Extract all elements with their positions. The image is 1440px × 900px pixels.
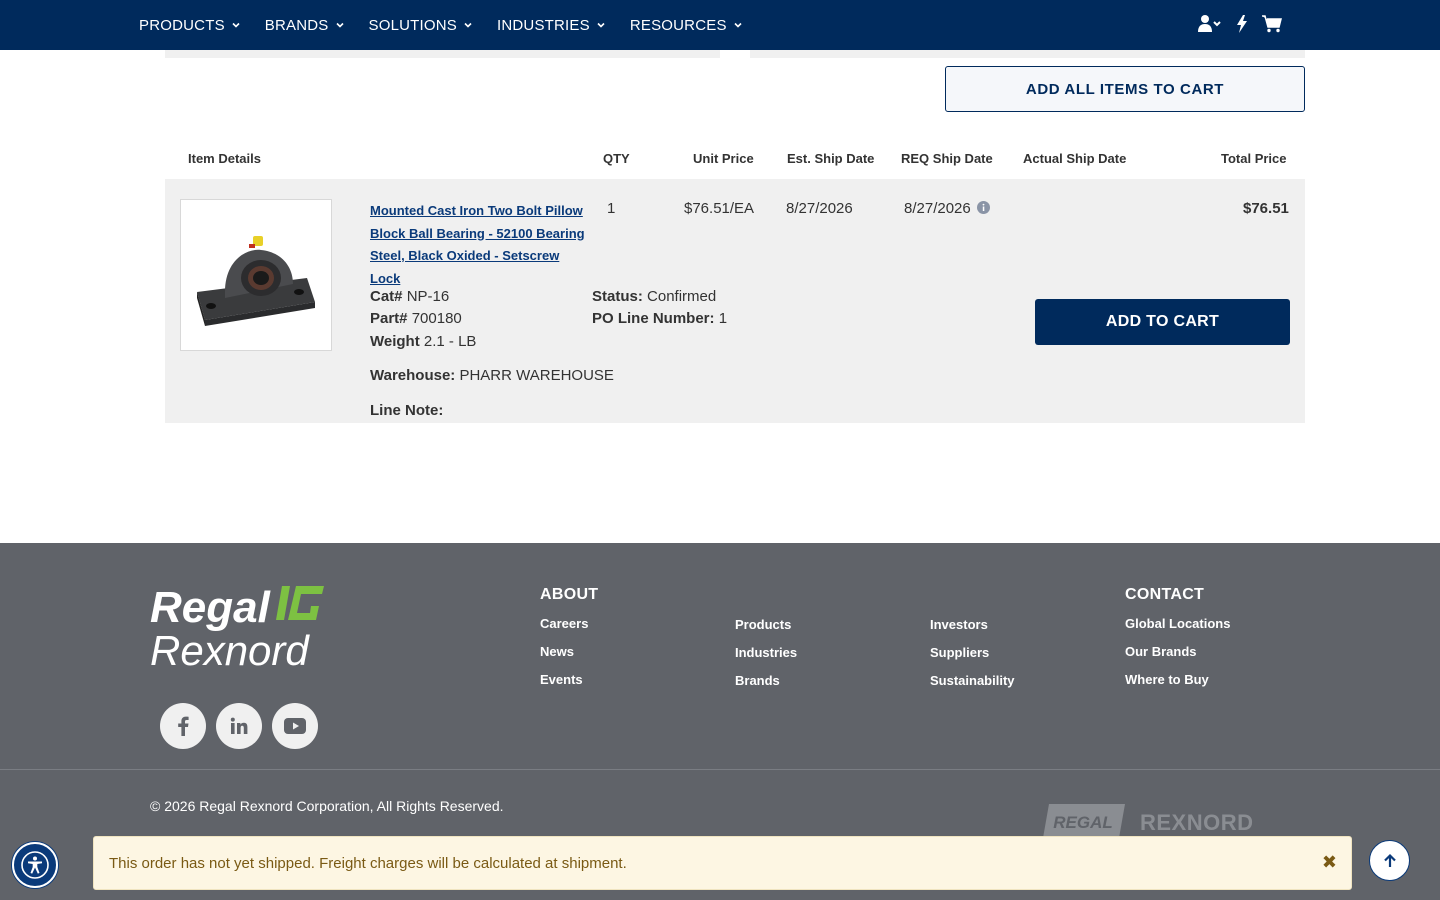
- weight-value: 2.1 - LB: [423, 333, 477, 350]
- nav-brands-label: BRANDS: [264, 16, 329, 34]
- facebook-icon[interactable]: [160, 703, 206, 749]
- header-actual-ship-date: Actual Ship Date: [1023, 151, 1127, 166]
- summary-panel-right: [750, 50, 1305, 58]
- quick-order-bolt-icon[interactable]: [1236, 15, 1248, 33]
- row-req-ship-date-value: 8/27/2026: [904, 200, 971, 217]
- back-to-top-button[interactable]: [1369, 840, 1410, 881]
- warehouse-label: Warehouse:: [370, 367, 456, 384]
- shipping-notice-text: This order has not yet shipped. Freight …: [109, 854, 627, 872]
- footer-link-global-locations[interactable]: Global Locations: [1125, 616, 1230, 631]
- status-label: Status:: [592, 288, 643, 305]
- chevron-down-icon: [597, 22, 605, 28]
- footer-divider: [0, 769, 1440, 770]
- po-label: PO Line Number:: [592, 310, 715, 327]
- status: Status: Confirmed: [592, 288, 716, 305]
- nav-solutions[interactable]: SOLUTIONS: [369, 17, 473, 34]
- part-number: Part# 700180: [370, 310, 462, 327]
- nav-utility-icons: [1198, 14, 1296, 34]
- part-value: 700180: [411, 310, 462, 327]
- footer-link-our-brands[interactable]: Our Brands: [1125, 644, 1197, 659]
- header-req-ship-date: REQ Ship Date: [901, 151, 993, 166]
- arrow-up-icon: [1383, 853, 1396, 867]
- part-label: Part#: [370, 310, 408, 327]
- chevron-down-icon: [335, 22, 344, 28]
- footer-link-events[interactable]: Events: [540, 672, 583, 687]
- footer-link-where-to-buy[interactable]: Where to Buy: [1125, 672, 1209, 687]
- line-note-label: Line Note:: [370, 402, 444, 419]
- nav-products-label: PRODUCTS: [139, 16, 225, 34]
- add-all-items-to-cart-button[interactable]: ADD ALL ITEMS TO CART: [945, 66, 1305, 112]
- cat-value: NP-16: [406, 288, 450, 305]
- po-value: 1: [718, 310, 728, 327]
- warehouse-value: PHARR WAREHOUSE: [459, 367, 614, 384]
- nav-resources-label: RESOURCES: [629, 16, 727, 34]
- top-navigation-bar: PRODUCTS BRANDS SOLUTIONS INDUSTRIES RES…: [0, 0, 1440, 50]
- footer-contact-heading: CONTACT: [1125, 586, 1205, 603]
- po-line-number: PO Line Number: 1: [592, 310, 727, 327]
- add-to-cart-button[interactable]: ADD TO CART: [1035, 299, 1290, 345]
- nav-resources[interactable]: RESOURCES: [630, 17, 743, 34]
- nav-solutions-label: SOLUTIONS: [368, 16, 457, 34]
- accessibility-icon: [21, 851, 49, 879]
- regal-brand-text: REGAL: [1053, 813, 1113, 832]
- footer-link-news[interactable]: News: [540, 644, 574, 659]
- nav-industries[interactable]: INDUSTRIES: [497, 17, 606, 34]
- line-note: Line Note:: [370, 402, 443, 419]
- footer-link-careers[interactable]: Careers: [540, 616, 588, 631]
- header-unit-price: Unit Price: [693, 151, 754, 166]
- accessibility-button[interactable]: [12, 842, 58, 888]
- cat-number: Cat# NP-16: [370, 288, 449, 305]
- pillow-block-bearing-image: [197, 236, 315, 326]
- product-image[interactable]: [180, 199, 332, 351]
- youtube-icon[interactable]: [272, 703, 318, 749]
- linkedin-icon[interactable]: [216, 703, 262, 749]
- footer-link-brands[interactable]: Brands: [735, 673, 780, 688]
- logo-line2: Rexnord: [150, 627, 310, 672]
- footer-link-industries[interactable]: Industries: [735, 645, 797, 660]
- summary-panel-left: [165, 50, 720, 58]
- warehouse: Warehouse: PHARR WAREHOUSE: [370, 367, 614, 384]
- row-est-ship-date: 8/27/2026: [786, 200, 853, 217]
- cart-icon[interactable]: [1262, 15, 1282, 33]
- info-icon[interactable]: [976, 201, 990, 214]
- chevron-down-icon: [464, 22, 472, 28]
- header-est-ship-date: Est. Ship Date: [787, 151, 875, 166]
- footer-link-suppliers[interactable]: Suppliers: [930, 645, 989, 660]
- header-qty: QTY: [603, 151, 630, 166]
- main-menu: PRODUCTS BRANDS SOLUTIONS INDUSTRIES RES…: [139, 0, 767, 50]
- product-name-link[interactable]: Mounted Cast Iron Two Bolt Pillow Block …: [370, 200, 585, 290]
- close-icon[interactable]: ✖: [1322, 852, 1337, 873]
- row-total-price: $76.51: [1243, 200, 1289, 217]
- row-req-ship-date: 8/27/2026: [904, 200, 990, 217]
- footer-link-sustainability[interactable]: Sustainability: [930, 673, 1015, 688]
- rexnord-brand-text: REXNORD: [1140, 810, 1254, 835]
- footer-link-products[interactable]: Products: [735, 617, 791, 632]
- nav-brands[interactable]: BRANDS: [265, 17, 345, 34]
- header-total-price: Total Price: [1221, 151, 1287, 166]
- header-item-details: Item Details: [188, 151, 261, 166]
- copyright-text: © 2026 Regal Rexnord Corporation, All Ri…: [150, 798, 504, 814]
- nav-products[interactable]: PRODUCTS: [139, 17, 241, 34]
- weight: Weight 2.1 - LB: [370, 333, 476, 350]
- user-account-icon[interactable]: [1198, 14, 1222, 34]
- chevron-down-icon: [232, 22, 240, 28]
- status-value: Confirmed: [647, 288, 717, 305]
- shipping-notice-banner: This order has not yet shipped. Freight …: [93, 836, 1352, 890]
- row-unit-price: $76.51/EA: [684, 200, 755, 217]
- footer-link-investors[interactable]: Investors: [930, 617, 988, 632]
- row-qty: 1: [607, 200, 616, 217]
- regal-rexnord-logo[interactable]: Regal Rexnord: [150, 580, 330, 677]
- footer-about-heading: ABOUT: [540, 586, 599, 603]
- nav-industries-label: INDUSTRIES: [496, 16, 590, 34]
- weight-label: Weight: [370, 333, 420, 350]
- chevron-down-icon: [734, 22, 742, 28]
- cat-label: Cat#: [370, 288, 403, 305]
- logo-line1: Regal: [150, 583, 271, 632]
